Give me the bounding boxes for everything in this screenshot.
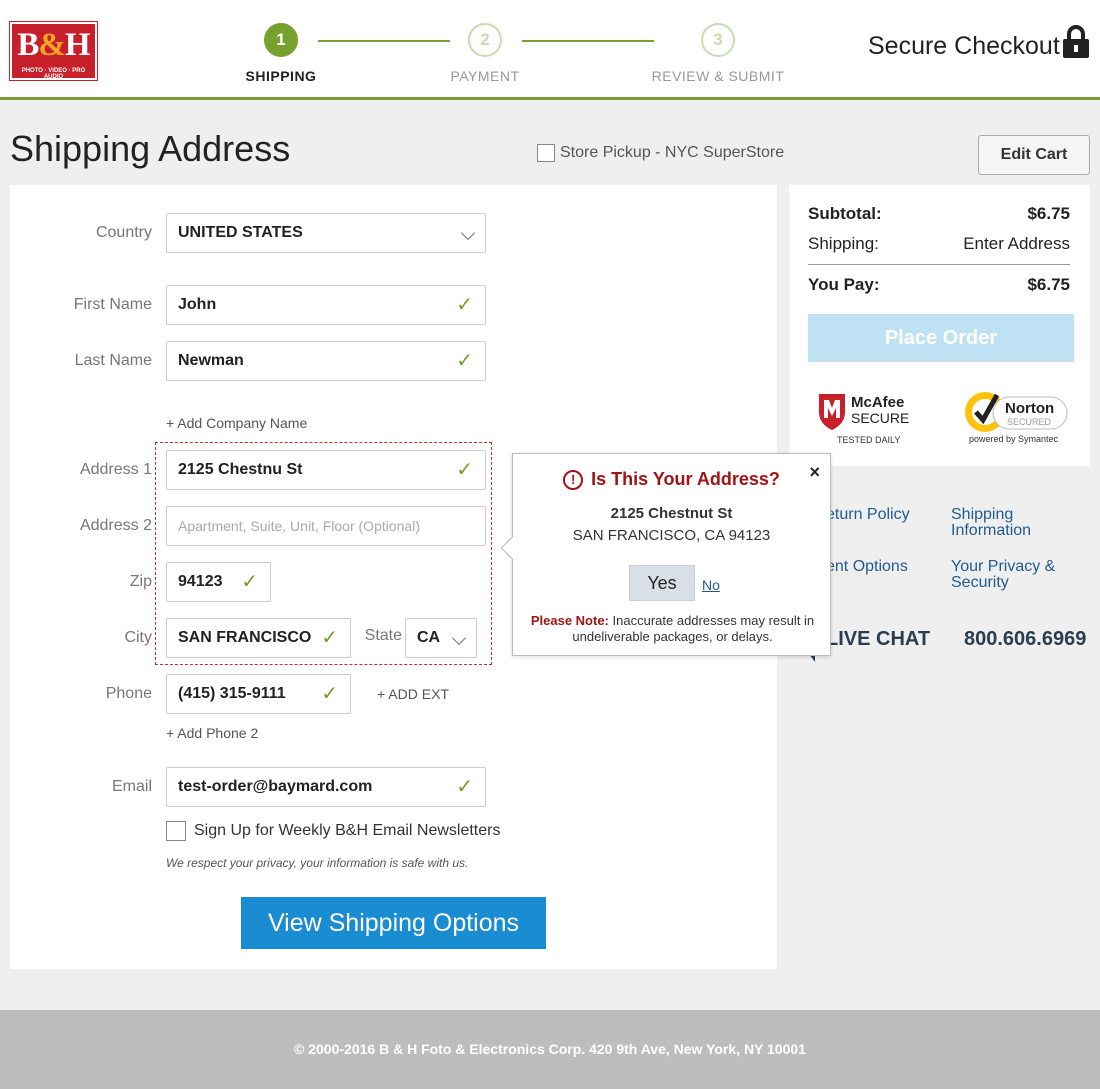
email-label: Email — [111, 778, 152, 795]
checkmark-icon: ✓ — [456, 350, 473, 372]
checkmark-icon: ✓ — [456, 459, 473, 481]
city-input[interactable]: SAN FRANCISCO ✓ — [166, 618, 351, 658]
city-label: City — [124, 629, 152, 646]
order-summary: Subtotal: $6.75 Shipping: Enter Address … — [789, 185, 1090, 466]
country-label: Country — [95, 224, 152, 241]
step-1-circle: 1 — [264, 23, 298, 57]
svg-text:TESTED DAILY: TESTED DAILY — [837, 435, 900, 445]
chevron-down-icon — [451, 630, 467, 646]
suggested-address-line2: SAN FRANCISCO, CA 94123 — [572, 527, 771, 544]
summary-divider — [808, 264, 1070, 265]
checkmark-icon: ✓ — [456, 294, 473, 316]
svg-text:SECURED: SECURED — [1007, 417, 1052, 427]
address-suggestion-popover: × ! Is This Your Address? 2125 Chestnut S… — [500, 453, 831, 656]
step-3-circle: 3 — [701, 23, 735, 57]
shipping-information-link[interactable]: Shipping Information — [951, 507, 1031, 539]
bh-logo[interactable]: B&H PHOTO · VIDEO · PRO AUDIO — [9, 21, 98, 81]
address2-input[interactable]: Apartment, Suite, Unit, Floor (Optional) — [166, 506, 486, 546]
first-name-input[interactable]: John ✓ — [166, 285, 486, 325]
site-footer: © 2000-2016 B & H Foto & Electronics Cor… — [0, 1010, 1100, 1089]
no-link[interactable]: No — [702, 577, 720, 593]
add-phone2-link[interactable]: + Add Phone 2 — [166, 725, 258, 741]
privacy-note: We respect your privacy, your informatio… — [166, 856, 469, 870]
first-name-label: First Name — [73, 296, 152, 313]
logo-wordmark: B&H — [17, 27, 90, 63]
email-input[interactable]: test-order@baymard.com ✓ — [166, 767, 486, 807]
country-select[interactable]: UNITED STATES — [166, 213, 486, 253]
page-title: Shipping Address — [10, 128, 291, 169]
newsletter-label: Sign Up for Weekly B&H Email Newsletters — [194, 822, 501, 839]
you-pay-row: You Pay: $6.75 — [808, 275, 1070, 294]
step-2-circle: 2 — [468, 23, 502, 57]
privacy-security-link[interactable]: Your Privacy & Security — [951, 559, 1055, 591]
mcafee-secure-badge: McAfee SECURE TESTED DAILY — [819, 394, 909, 445]
secure-checkout-title: Secure Checkout — [868, 32, 1060, 60]
zip-label: Zip — [129, 573, 152, 590]
edit-cart-button[interactable]: Edit Cart — [978, 135, 1090, 175]
norton-secured-badge: Norton SECURED powered by Symantec — [965, 392, 1068, 444]
step-3-label: REVIEW & SUBMIT — [651, 68, 785, 84]
svg-text:Norton: Norton — [1005, 400, 1054, 417]
address2-label: Address 2 — [79, 517, 152, 534]
checkmark-icon: ✓ — [241, 571, 258, 593]
svg-text:powered by Symantec: powered by Symantec — [969, 434, 1059, 444]
popover-note: Please Note: Inaccurate addresses may re… — [530, 613, 815, 644]
checkmark-icon: ✓ — [456, 776, 473, 798]
newsletter-option[interactable]: Sign Up for Weekly B&H Email Newsletters — [166, 821, 500, 841]
step-1-label: SHIPPING — [245, 68, 317, 84]
subtotal-row: Subtotal: $6.75 — [808, 204, 1070, 223]
warning-icon: ! — [563, 470, 584, 490]
last-name-input[interactable]: Newman ✓ — [166, 341, 486, 381]
address1-label: Address 1 — [79, 461, 152, 478]
address1-input[interactable]: 2125 Chestnu St ✓ — [166, 450, 486, 490]
checkmark-icon: ✓ — [321, 683, 338, 705]
payment-options-link[interactable]: ent Options — [826, 559, 908, 575]
lock-icon — [1063, 25, 1089, 58]
phone-number[interactable]: 800.606.6969 — [964, 628, 1086, 651]
last-name-label: Last Name — [74, 352, 152, 369]
chevron-down-icon — [460, 225, 476, 241]
state-label: State — [364, 627, 402, 644]
add-ext-link[interactable]: + ADD EXT — [377, 686, 449, 702]
store-pickup-label: Store Pickup - NYC SuperStore — [560, 144, 785, 161]
return-policy-link[interactable]: eturn Policy — [826, 507, 910, 523]
logo-tagline: PHOTO · VIDEO · PRO AUDIO — [21, 68, 86, 80]
newsletter-checkbox[interactable] — [166, 821, 186, 841]
state-select[interactable]: CA — [405, 618, 477, 658]
add-company-link[interactable]: + Add Company Name — [166, 415, 307, 431]
place-order-button[interactable]: Place Order — [808, 314, 1074, 362]
live-chat-link[interactable]: LIVE CHAT — [826, 628, 930, 651]
store-pickup-option[interactable]: Store Pickup - NYC SuperStore — [537, 144, 784, 162]
shipping-row: Shipping: Enter Address — [808, 234, 1070, 253]
phone-input[interactable]: (415) 315-9111 ✓ — [166, 674, 351, 714]
step-connector-1 — [318, 40, 450, 42]
phone-label: Phone — [105, 685, 152, 702]
yes-button[interactable]: Yes — [629, 565, 695, 601]
view-shipping-options-button[interactable]: View Shipping Options — [241, 897, 546, 949]
store-pickup-checkbox[interactable] — [537, 144, 555, 162]
step-2-label: PAYMENT — [450, 68, 520, 84]
svg-text:McAfee: McAfee — [851, 394, 904, 411]
popover-title: ! Is This Your Address? — [513, 469, 830, 490]
svg-text:SECURE: SECURE — [851, 410, 909, 426]
site-header: B&H PHOTO · VIDEO · PRO AUDIO 1 2 3 SHIP… — [0, 0, 1100, 100]
checkmark-icon: ✓ — [321, 627, 338, 649]
zip-input[interactable]: 94123 ✓ — [166, 562, 271, 602]
suggested-address-line1: 2125 Chestnut St — [610, 505, 733, 522]
step-connector-2 — [522, 40, 654, 42]
